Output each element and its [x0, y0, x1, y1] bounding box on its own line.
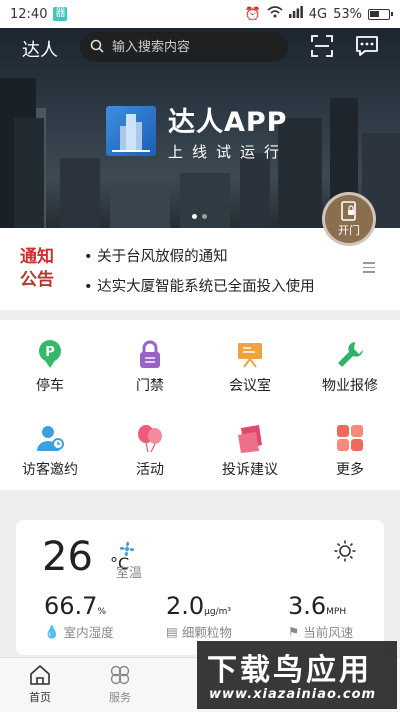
carousel-dot[interactable] [192, 214, 197, 219]
battery-percent: 53% [333, 6, 362, 22]
service-label: 门禁 [136, 378, 164, 394]
service-label: 会议室 [229, 378, 271, 394]
status-bar: 12:40 器 ⏰ 4G 53% [0, 0, 400, 28]
service-grid: P 停车 门禁 会议室 物业报修 访客邀约 活动 投诉建议 更多 [0, 320, 400, 490]
balloon-icon [135, 423, 165, 453]
search-input[interactable] [110, 38, 284, 56]
humidity-value: 66.7 [44, 592, 98, 620]
service-more[interactable]: 更多 [300, 408, 400, 488]
environment-card[interactable]: 26 °C 室温 66.7% 💧 室内湿度 2.0μg/m³ ▤ 细颗粒物 3.6M… [16, 520, 384, 655]
temperature-value: 26 [42, 534, 93, 580]
search-bar[interactable] [80, 32, 288, 62]
banner-brand: 达人APP 上线试运行 [106, 100, 288, 162]
battery-icon [368, 8, 393, 20]
service-activity[interactable]: 活动 [100, 408, 200, 488]
wind-label: 当前风速 [303, 625, 354, 640]
notice-tag-line2: 公告 [20, 270, 54, 290]
wind-stat: 3.6MPH ⚑ 当前风速 [288, 592, 353, 641]
pm-label: 细颗粒物 [181, 625, 232, 640]
service-visitor[interactable]: 访客邀约 [0, 408, 100, 488]
clover-icon [109, 664, 131, 686]
scan-icon [311, 35, 333, 57]
message-icon [356, 36, 378, 56]
notice-tag-line1: 通知 [20, 247, 54, 267]
parking-icon: P [35, 339, 65, 369]
lock-icon [135, 339, 165, 369]
sun-icon [334, 540, 356, 566]
open-door-button[interactable]: 开门 [322, 192, 376, 246]
service-repair[interactable]: 物业报修 [300, 324, 400, 404]
visitor-icon [35, 423, 65, 453]
pm-stat: 2.0μg/m³ ▤ 细颗粒物 [166, 592, 232, 641]
watermark: 下载鸟应用 www.xiazainiao.com [197, 641, 397, 709]
service-label: 投诉建议 [222, 462, 278, 478]
message-button[interactable] [355, 34, 379, 58]
building-shape [14, 118, 44, 228]
building-shape [60, 158, 100, 228]
service-parking[interactable]: P 停车 [0, 324, 100, 404]
app-logo-icon [106, 106, 156, 156]
service-label: 活动 [136, 462, 164, 478]
tab-home-label: 首页 [29, 691, 51, 704]
carousel-indicator [192, 214, 207, 219]
notice-item[interactable]: • 达实大厦智能系统已全面投入使用 [84, 272, 315, 302]
watermark-url: www.xiazainiao.com [209, 687, 377, 702]
tab-service-label: 服务 [109, 691, 131, 704]
temperature-label: 室温 [116, 566, 143, 581]
wind-unit: MPH [326, 607, 347, 617]
banner-title: 达人APP [168, 107, 288, 138]
pm-unit: μg/m³ [204, 607, 232, 617]
particle-icon: ▤ [166, 624, 178, 639]
service-label: 物业报修 [322, 378, 378, 394]
service-complaint[interactable]: 投诉建议 [200, 408, 300, 488]
door-icon [341, 201, 356, 221]
network-type: 4G [308, 6, 328, 22]
location-label[interactable]: 达人 [22, 36, 58, 62]
wind-value: 3.6 [288, 592, 327, 620]
service-meeting[interactable]: 会议室 [200, 324, 300, 404]
service-label: 访客邀约 [22, 462, 78, 478]
tab-home[interactable]: 首页 [10, 664, 70, 705]
status-time: 12:40 [10, 6, 48, 22]
home-icon [29, 664, 51, 686]
alarm-icon: ⏰ [244, 6, 261, 22]
app-notification-icon: 器 [53, 7, 68, 21]
humidity-stat: 66.7% 💧 室内湿度 [44, 592, 114, 641]
pm-value: 2.0 [166, 592, 205, 620]
signal-icon [288, 6, 303, 22]
service-label: 停车 [36, 378, 64, 394]
carousel-dot[interactable] [202, 214, 207, 219]
wifi-icon [267, 6, 283, 22]
notice-tag: 通知 公告 [20, 246, 64, 292]
notice-item[interactable]: • 关于台风放假的通知 [84, 242, 315, 272]
fan-icon [118, 540, 136, 562]
humidity-unit: % [97, 607, 106, 617]
droplet-icon: 💧 [44, 623, 60, 639]
building-shape [240, 153, 270, 228]
notice-more-icon[interactable] [363, 262, 375, 276]
wind-flag-icon: ⚑ [288, 624, 300, 639]
more-grid-icon [335, 423, 365, 453]
watermark-title: 下载鸟应用 [207, 653, 372, 688]
wrench-icon [335, 339, 365, 369]
banner-subtitle: 上线试运行 [168, 143, 289, 161]
tab-service[interactable]: 服务 [90, 664, 150, 705]
service-access[interactable]: 门禁 [100, 324, 200, 404]
open-door-label: 开门 [338, 224, 360, 237]
building-shape [110, 188, 170, 228]
search-icon [90, 38, 104, 57]
scan-button[interactable] [310, 34, 334, 58]
humidity-label: 室内湿度 [63, 625, 114, 640]
svg-text:P: P [45, 345, 55, 360]
complaint-icon [235, 423, 265, 453]
meeting-board-icon [235, 339, 265, 369]
building-shape [180, 173, 230, 228]
service-label: 更多 [336, 462, 364, 478]
